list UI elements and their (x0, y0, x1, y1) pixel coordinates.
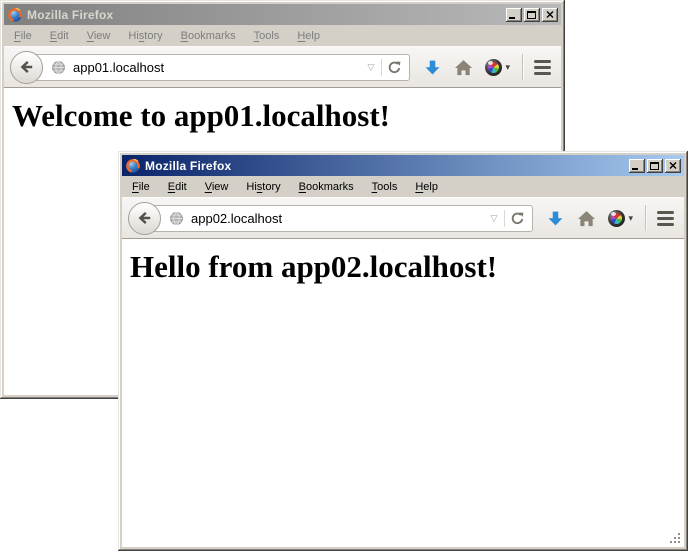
resize-grip[interactable] (670, 533, 682, 545)
home-icon (577, 210, 596, 227)
minimize-button[interactable] (629, 159, 645, 173)
titlebar[interactable]: Mozilla Firefox (4, 4, 561, 25)
chevron-down-icon: ▾ (505, 62, 510, 73)
menu-hamburger-button[interactable] (657, 211, 674, 226)
menu-item-help[interactable]: Help (406, 179, 447, 195)
maximize-icon (527, 11, 536, 19)
menu-item-tools[interactable]: Tools (363, 179, 407, 195)
menu-item-file[interactable]: File (5, 28, 41, 44)
color-wheel-icon (485, 59, 502, 76)
home-button[interactable] (454, 59, 473, 76)
menu-item-view[interactable]: View (196, 179, 238, 195)
menu-hamburger-button[interactable] (534, 60, 551, 75)
home-button[interactable] (577, 210, 596, 227)
minimize-icon (632, 168, 638, 170)
page-heading: Welcome to app01.localhost! (12, 98, 561, 134)
menu-item-tools[interactable]: Tools (245, 28, 289, 44)
menu-bar: FileEditViewHistoryBookmarksToolsHelp (122, 176, 684, 197)
colorwheel-extension-button[interactable]: ▾ (485, 59, 510, 76)
download-arrow-icon (547, 210, 564, 227)
navigation-toolbar: app01.localhost ▽ ▾ (4, 46, 561, 88)
url-text[interactable]: app02.localhost (191, 211, 486, 226)
close-icon (669, 162, 677, 169)
download-button[interactable] (424, 59, 441, 76)
back-arrow-icon (19, 59, 35, 75)
download-button[interactable] (547, 210, 564, 227)
url-bar[interactable]: app01.localhost ▽ (26, 54, 410, 81)
globe-site-icon (51, 60, 66, 75)
chevron-down-icon: ▾ (628, 213, 633, 224)
maximize-icon (650, 162, 659, 170)
minimize-button[interactable] (506, 8, 522, 22)
minimize-icon (509, 17, 515, 19)
download-arrow-icon (424, 59, 441, 76)
resize-grip-dots (670, 533, 672, 535)
url-bar[interactable]: app02.localhost ▽ (144, 205, 533, 232)
close-icon (546, 11, 554, 18)
menu-item-edit[interactable]: Edit (159, 179, 196, 195)
menu-item-history[interactable]: History (119, 28, 171, 44)
navigation-toolbar: app02.localhost ▽ ▾ (122, 197, 684, 239)
menu-bar: FileEditViewHistoryBookmarksToolsHelp (4, 25, 561, 46)
window-title: Mozilla Firefox (27, 8, 502, 22)
toolbar-separator (645, 205, 646, 231)
globe-site-icon (169, 211, 184, 226)
window-controls (629, 159, 681, 173)
reload-button[interactable] (507, 211, 528, 226)
reload-icon (387, 60, 402, 75)
window-title: Mozilla Firefox (145, 159, 625, 173)
titlebar[interactable]: Mozilla Firefox (122, 155, 684, 176)
urlbar-separator (504, 210, 505, 227)
home-icon (454, 59, 473, 76)
back-button[interactable] (128, 202, 161, 235)
close-button[interactable] (665, 159, 681, 173)
toolbar-separator (522, 54, 523, 80)
menu-item-bookmarks[interactable]: Bookmarks (172, 28, 245, 44)
urlbar-separator (381, 59, 382, 76)
color-wheel-icon (608, 210, 625, 227)
url-text[interactable]: app01.localhost (73, 60, 363, 75)
hamburger-icon (534, 60, 551, 63)
menu-item-view[interactable]: View (78, 28, 120, 44)
back-button[interactable] (10, 51, 43, 84)
hamburger-icon (657, 211, 674, 214)
maximize-button[interactable] (524, 8, 540, 22)
reload-icon (510, 211, 525, 226)
firefox-logo-icon (7, 7, 23, 23)
maximize-button[interactable] (647, 159, 663, 173)
menu-item-edit[interactable]: Edit (41, 28, 78, 44)
close-button[interactable] (542, 8, 558, 22)
colorwheel-extension-button[interactable]: ▾ (608, 210, 633, 227)
window-controls (506, 8, 558, 22)
urlbar-dropdown-icon[interactable]: ▽ (363, 62, 380, 73)
back-arrow-icon (137, 210, 153, 226)
firefox-window-app02: Mozilla Firefox FileEditViewHistoryBookm… (118, 151, 688, 551)
page-heading: Hello from app02.localhost! (130, 249, 684, 285)
firefox-logo-icon (125, 158, 141, 174)
menu-item-history[interactable]: History (237, 179, 289, 195)
page-content: Hello from app02.localhost! (122, 239, 684, 547)
menu-item-help[interactable]: Help (288, 28, 329, 44)
urlbar-dropdown-icon[interactable]: ▽ (486, 213, 503, 224)
menu-item-file[interactable]: File (123, 179, 159, 195)
reload-button[interactable] (384, 60, 405, 75)
menu-item-bookmarks[interactable]: Bookmarks (290, 179, 363, 195)
